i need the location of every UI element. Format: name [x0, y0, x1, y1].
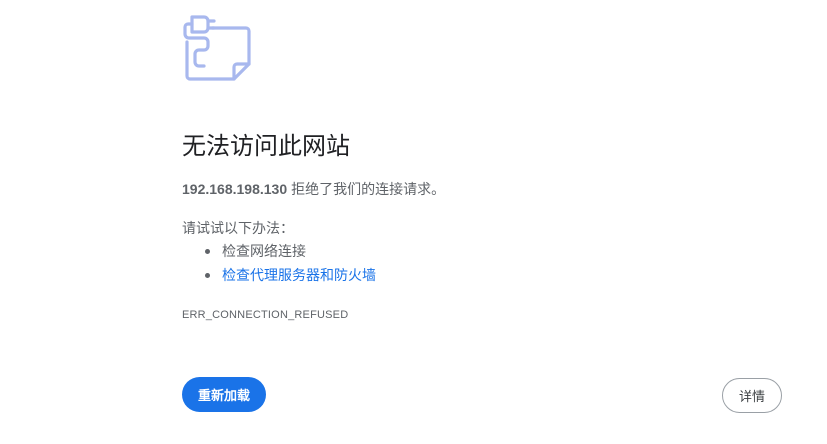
suggestion-check-network: 检查网络连接: [222, 243, 306, 259]
list-item: 检查代理服务器和防火墙: [182, 265, 376, 289]
suggestions-label: 请试试以下办法：: [182, 220, 294, 236]
host-address: 192.168.198.130: [182, 181, 288, 197]
suggestions-list: 检查网络连接 检查代理服务器和防火墙: [182, 241, 376, 289]
error-code: ERR_CONNECTION_REFUSED: [182, 309, 349, 321]
error-message: 192.168.198.130 拒绝了我们的连接请求。: [182, 179, 445, 199]
error-page: 无法访问此网站 192.168.198.130 拒绝了我们的连接请求。 请试试以下…: [0, 0, 827, 444]
unplugged-page-icon: [183, 15, 251, 81]
bullet-icon: [205, 273, 210, 278]
details-button[interactable]: 详情: [722, 378, 782, 413]
suggestion-check-proxy-link[interactable]: 检查代理服务器和防火墙: [222, 267, 376, 283]
page-title: 无法访问此网站: [182, 133, 350, 160]
bullet-icon: [205, 249, 210, 254]
reload-button[interactable]: 重新加载: [182, 377, 266, 412]
list-item: 检查网络连接: [182, 241, 376, 265]
error-message-text: 拒绝了我们的连接请求。: [291, 181, 446, 197]
